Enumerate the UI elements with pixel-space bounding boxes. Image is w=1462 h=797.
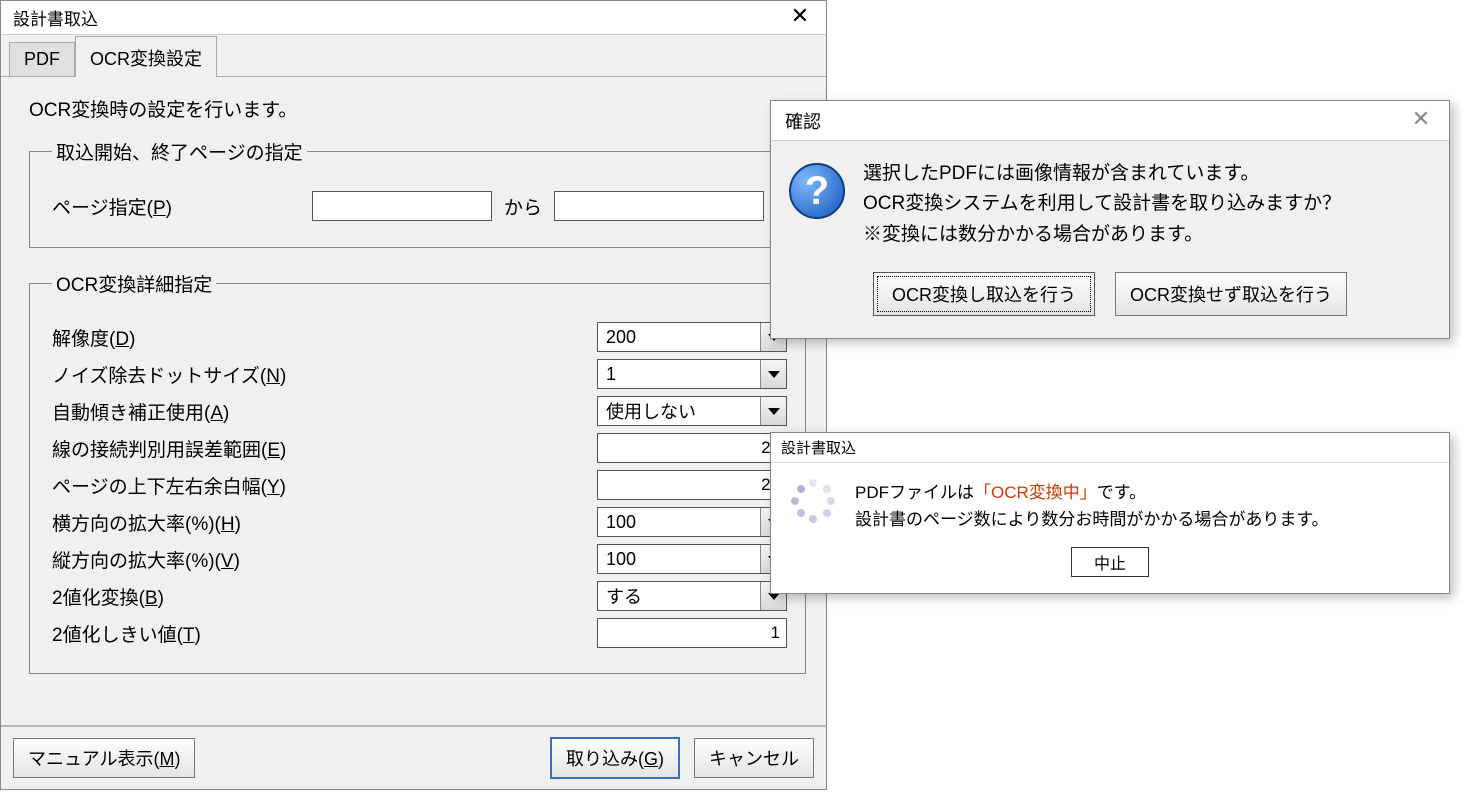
ocr-detail-legend: OCR変換詳細指定	[52, 270, 216, 297]
progress-titlebar: 設計書取込	[771, 433, 1449, 463]
confirm-line1: 選択したPDFには画像情報が含まれています。	[863, 159, 1341, 189]
confirm-titlebar: 確認 ✕	[771, 101, 1449, 141]
chevron-down-icon	[760, 360, 786, 388]
import-button[interactable]: 取り込み(G)	[550, 737, 680, 779]
page-range-group: 取込開始、終了ページの指定 ページ指定(P) から	[29, 138, 806, 248]
close-icon[interactable]: ✕	[1401, 107, 1441, 135]
cancel-button[interactable]: キャンセル	[694, 738, 814, 778]
page-range-label: ページ指定(P)	[52, 193, 312, 220]
progress-button-bar: 中止	[771, 541, 1449, 593]
confirm-message: 選択したPDFには画像情報が含まれています。 OCR変換システムを利用して設計書…	[863, 159, 1341, 250]
binarize-value: する	[598, 583, 760, 609]
lineerr-input[interactable]	[597, 433, 787, 463]
binarize-select[interactable]: する	[597, 581, 787, 611]
progress-body: PDFファイルは「OCR変換中」です。 設計書のページ数により数分お時間がかかる…	[771, 463, 1449, 541]
stop-button[interactable]: 中止	[1071, 547, 1149, 577]
hscale-row: 横方向の拡大率(%)(H) 100	[52, 507, 787, 537]
vscale-row: 縦方向の拡大率(%)(V) 100	[52, 544, 787, 574]
page-to-input[interactable]	[554, 191, 764, 221]
page-from-input[interactable]	[312, 191, 492, 221]
confirm-line2: OCR変換システムを利用して設計書を取り込みますか？	[863, 189, 1341, 219]
resolution-select[interactable]: 200	[597, 322, 787, 352]
autotilt-label: 自動傾き補正使用(A)	[52, 398, 352, 425]
margin-row: ページの上下左右余白幅(Y)	[52, 470, 787, 500]
confirm-button-bar: OCR変換し取込を行う OCR変換せず取込を行う	[771, 256, 1449, 338]
hscale-label: 横方向の拡大率(%)(H)	[52, 509, 352, 536]
chevron-down-icon	[760, 397, 786, 425]
binarize-label: 2値化変換(B)	[52, 583, 352, 610]
main-title: 設計書取込	[13, 5, 98, 30]
vscale-value: 100	[598, 549, 760, 570]
resolution-label: 解像度(D)	[52, 324, 352, 351]
autotilt-row: 自動傾き補正使用(A) 使用しない	[52, 396, 787, 426]
no-ocr-import-button[interactable]: OCR変換せず取込を行う	[1115, 272, 1347, 316]
hscale-value: 100	[598, 512, 760, 533]
resolution-value: 200	[598, 327, 760, 348]
confirm-body: ? 選択したPDFには画像情報が含まれています。 OCR変換システムを利用して設…	[771, 141, 1449, 256]
page-range-legend: 取込開始、終了ページの指定	[52, 138, 307, 165]
noise-select[interactable]: 1	[597, 359, 787, 389]
noise-row: ノイズ除去ドットサイズ(N) 1	[52, 359, 787, 389]
progress-message: PDFファイルは「OCR変換中」です。 設計書のページ数により数分お時間がかかる…	[855, 479, 1329, 533]
page-range-row: ページ指定(P) から	[52, 191, 787, 221]
progress-title: 設計書取込	[781, 440, 856, 457]
tab-bar: PDF OCR変換設定	[1, 37, 826, 77]
hscale-select[interactable]: 100	[597, 507, 787, 537]
lineerr-label: 線の接続判別用誤差範囲(E)	[52, 435, 352, 462]
confirm-title: 確認	[785, 108, 821, 134]
threshold-input[interactable]	[597, 618, 787, 648]
progress-line2: 設計書のページ数により数分お時間がかかる場合があります。	[855, 506, 1329, 533]
noise-value: 1	[598, 364, 760, 385]
noise-label: ノイズ除去ドットサイズ(N)	[52, 361, 352, 388]
margin-label: ページの上下左右余白幅(Y)	[52, 472, 352, 499]
binarize-row: 2値化変換(B) する	[52, 581, 787, 611]
ocr-import-button[interactable]: OCR変換し取込を行う	[873, 272, 1095, 316]
spinner-icon	[791, 479, 835, 523]
threshold-label: 2値化しきい値(T)	[52, 620, 352, 647]
confirm-line3: ※変換には数分かかる場合があります。	[863, 220, 1341, 250]
vscale-select[interactable]: 100	[597, 544, 787, 574]
autotilt-value: 使用しない	[598, 398, 760, 424]
ocr-panel: OCR変換時の設定を行います。 取込開始、終了ページの指定 ページ指定(P) か…	[1, 77, 826, 706]
page-range-sep: から	[504, 193, 542, 220]
progress-dialog: 設計書取込 PDFファイルは「OCR変換中」です。 設計書のページ数により数分お…	[770, 432, 1450, 594]
main-titlebar: 設計書取込 ✕	[1, 1, 826, 35]
vscale-label: 縦方向の拡大率(%)(V)	[52, 546, 352, 573]
manual-button[interactable]: マニュアル表示(M)	[13, 738, 195, 778]
main-button-bar: マニュアル表示(M) 取り込み(G) キャンセル	[1, 725, 826, 789]
ocr-intro-text: OCR変換時の設定を行います。	[29, 95, 806, 122]
confirm-dialog: 確認 ✕ ? 選択したPDFには画像情報が含まれています。 OCR変換システムを…	[770, 100, 1450, 339]
ocr-detail-group: OCR変換詳細指定 解像度(D) 200 ノイズ除去ドットサイズ(N) 1	[29, 270, 806, 674]
progress-line1: PDFファイルは「OCR変換中」です。	[855, 479, 1329, 506]
autotilt-select[interactable]: 使用しない	[597, 396, 787, 426]
main-dialog: 設計書取込 ✕ PDF OCR変換設定 OCR変換時の設定を行います。 取込開始…	[0, 0, 827, 790]
close-icon[interactable]: ✕	[780, 4, 820, 32]
resolution-row: 解像度(D) 200	[52, 322, 787, 352]
margin-input[interactable]	[597, 470, 787, 500]
question-icon: ?	[789, 163, 845, 219]
tab-ocr-settings[interactable]: OCR変換設定	[75, 36, 217, 77]
lineerr-row: 線の接続判別用誤差範囲(E)	[52, 433, 787, 463]
tab-pdf[interactable]: PDF	[9, 42, 75, 76]
threshold-row: 2値化しきい値(T)	[52, 618, 787, 648]
